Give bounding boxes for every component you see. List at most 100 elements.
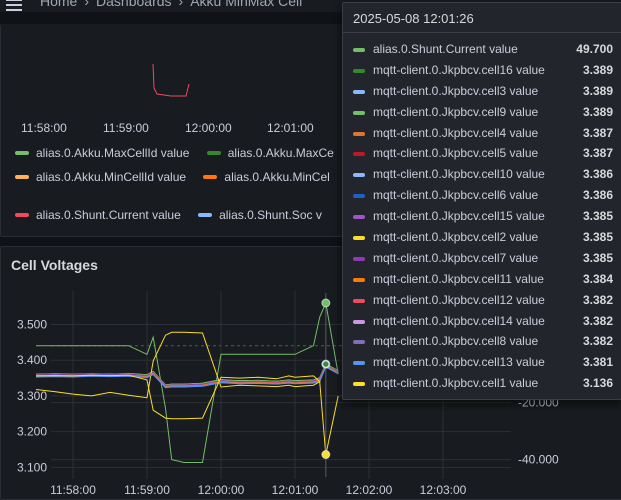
series-value: 3.382 bbox=[582, 334, 613, 349]
series-value: 3.387 bbox=[582, 125, 613, 140]
chart-series bbox=[35, 301, 339, 463]
tooltip-row: mqtt-client.0.Jkpbcv.cell6 value 3.386 bbox=[343, 185, 621, 206]
series-value: 3.384 bbox=[582, 271, 613, 286]
breadcrumb-dashboard-title: Akku MinMax Cell bbox=[190, 0, 303, 9]
tooltip-row: mqtt-client.0.Jkpbcv.cell11 value 3.384 bbox=[343, 269, 621, 290]
tooltip-row: mqtt-client.0.Jkpbcv.cell10 value 3.386 bbox=[343, 164, 621, 185]
series-name: mqtt-client.0.Jkpbcv.cell10 value bbox=[373, 167, 545, 182]
series-swatch bbox=[353, 361, 365, 366]
legend-label: alias.0.Akku.MinCellId value bbox=[36, 170, 187, 184]
legend-swatch bbox=[15, 150, 29, 155]
series-value: 49.700 bbox=[576, 42, 613, 56]
x-tick: 12:00:00 bbox=[185, 121, 232, 135]
legend-swatch bbox=[206, 150, 221, 155]
x-tick: 12:01:00 bbox=[272, 483, 319, 497]
x-tick: 12:03:00 bbox=[420, 483, 467, 497]
hover-point bbox=[322, 360, 330, 368]
legend-label: alias.0.Akku.MaxCe bbox=[227, 146, 334, 160]
tooltip-timestamp: 2025-05-08 12:01:26 bbox=[353, 11, 474, 26]
breadcrumb: Home › Dashboards › Akku MinMax Cell bbox=[40, 0, 302, 9]
series-name: mqtt-client.0.Jkpbcv.cell13 value bbox=[373, 355, 545, 370]
legend-swatch bbox=[203, 174, 218, 179]
series-name: mqtt-client.0.Jkpbcv.cell1 value bbox=[373, 376, 539, 391]
breadcrumb-dashboards[interactable]: Dashboards bbox=[96, 0, 172, 9]
hover-point bbox=[321, 298, 331, 308]
y-tick-left: 3.500 bbox=[17, 317, 47, 331]
tooltip-row: mqtt-client.0.Jkpbcv.cell16 value 3.389 bbox=[343, 60, 621, 81]
tooltip-row: mqtt-client.0.Jkpbcv.cell12 value 3.382 bbox=[343, 290, 621, 311]
series-swatch bbox=[353, 68, 365, 73]
series-swatch bbox=[353, 194, 365, 199]
series-value: 3.389 bbox=[582, 83, 613, 98]
series-swatch bbox=[353, 110, 365, 115]
series-value: 3.386 bbox=[582, 188, 613, 203]
series-value: 3.389 bbox=[582, 104, 613, 119]
series-name: mqtt-client.0.Jkpbcv.cell9 value bbox=[373, 104, 539, 119]
series-name: mqtt-client.0.Jkpbcv.cell4 value bbox=[373, 125, 539, 140]
series-value: 3.386 bbox=[582, 167, 613, 182]
series-swatch bbox=[353, 236, 365, 241]
tooltip-row: alias.0.Shunt.Current value 49.700 bbox=[343, 39, 621, 60]
x-tick: 11:58:00 bbox=[21, 121, 67, 135]
series-swatch bbox=[353, 89, 365, 94]
legend-item[interactable]: alias.0.Shunt.Soc v bbox=[198, 208, 322, 222]
series-name: mqtt-client.0.Jkpbcv.cell6 value bbox=[373, 188, 539, 203]
x-tick: 12:00:00 bbox=[198, 483, 245, 497]
y-tick-left: 3.300 bbox=[17, 389, 47, 403]
series-name: mqtt-client.0.Jkpbcv.cell5 value bbox=[373, 146, 539, 161]
menu-icon[interactable] bbox=[6, 0, 22, 11]
series-value: 3.381 bbox=[582, 355, 613, 370]
series-value: 3.136 bbox=[582, 376, 613, 391]
y-tick-left: 3.400 bbox=[17, 353, 47, 367]
series-swatch bbox=[353, 48, 365, 52]
series-swatch bbox=[353, 340, 365, 345]
series-swatch bbox=[353, 256, 365, 261]
legend-label: alias.0.Shunt.Current value bbox=[36, 208, 181, 222]
current-series-line bbox=[152, 63, 190, 97]
breadcrumb-separator: › bbox=[178, 0, 184, 9]
series-swatch bbox=[353, 215, 365, 220]
series-swatch bbox=[353, 298, 365, 303]
tooltip-divider bbox=[343, 32, 621, 33]
legend-row: alias.0.Shunt.Current value alias.0.Shun… bbox=[15, 208, 336, 222]
tooltip-row: mqtt-client.0.Jkpbcv.cell1 value 3.136 bbox=[343, 373, 621, 394]
series-name: mqtt-client.0.Jkpbcv.cell15 value bbox=[373, 209, 545, 224]
tooltip-row: mqtt-client.0.Jkpbcv.cell9 value 3.389 bbox=[343, 102, 621, 123]
legend-item[interactable]: alias.0.Akku.MaxCe bbox=[206, 146, 334, 160]
series-swatch bbox=[353, 382, 365, 387]
series-value: 3.385 bbox=[582, 209, 613, 224]
legend-row: alias.0.Akku.MinCellId value alias.0.Akk… bbox=[15, 170, 344, 184]
series-swatch bbox=[353, 173, 365, 178]
legend-item[interactable]: alias.0.Akku.MaxCellId value bbox=[15, 146, 189, 160]
legend-swatch bbox=[15, 174, 29, 179]
series-value: 3.389 bbox=[582, 62, 613, 77]
breadcrumb-home[interactable]: Home bbox=[40, 0, 77, 9]
tooltip-row: mqtt-client.0.Jkpbcv.cell8 value 3.382 bbox=[343, 331, 621, 352]
legend-item[interactable]: alias.0.Shunt.Current value bbox=[15, 208, 181, 222]
hover-point bbox=[321, 450, 331, 460]
legend-item[interactable]: alias.0.Akku.MinCellId value bbox=[15, 170, 186, 184]
series-value: 3.385 bbox=[582, 230, 613, 245]
y-tick-left: 3.200 bbox=[17, 425, 47, 439]
x-tick: 12:01:00 bbox=[267, 121, 314, 135]
legend-label: alias.0.Shunt.Soc v bbox=[219, 208, 322, 222]
x-tick: 12:02:00 bbox=[346, 483, 393, 497]
series-name: mqtt-client.0.Jkpbcv.cell2 value bbox=[373, 230, 539, 245]
legend-row: alias.0.Akku.MaxCellId value alias.0.Akk… bbox=[15, 146, 348, 160]
legend-item[interactable]: alias.0.Akku.MinCel bbox=[203, 170, 330, 184]
tooltip-row: mqtt-client.0.Jkpbcv.cell2 value 3.385 bbox=[343, 227, 621, 248]
series-swatch bbox=[353, 152, 365, 157]
series-name: mqtt-client.0.Jkpbcv.cell7 value bbox=[373, 250, 539, 265]
series-value: 3.387 bbox=[582, 146, 613, 161]
x-tick: 11:58:00 bbox=[50, 483, 96, 497]
legend-swatch bbox=[15, 212, 29, 217]
x-tick: 11:59:00 bbox=[124, 483, 170, 497]
series-name: mqtt-client.0.Jkpbcv.cell3 value bbox=[373, 83, 539, 98]
series-name: alias.0.Shunt.Current value bbox=[373, 42, 518, 56]
series-swatch bbox=[353, 277, 365, 282]
tooltip-row: mqtt-client.0.Jkpbcv.cell14 value 3.382 bbox=[343, 311, 621, 332]
series-name: mqtt-client.0.Jkpbcv.cell12 value bbox=[373, 292, 545, 307]
tooltip-row: mqtt-client.0.Jkpbcv.cell4 value 3.387 bbox=[343, 123, 621, 144]
series-line bbox=[35, 331, 339, 399]
y-tick-left: 3.100 bbox=[17, 460, 47, 474]
